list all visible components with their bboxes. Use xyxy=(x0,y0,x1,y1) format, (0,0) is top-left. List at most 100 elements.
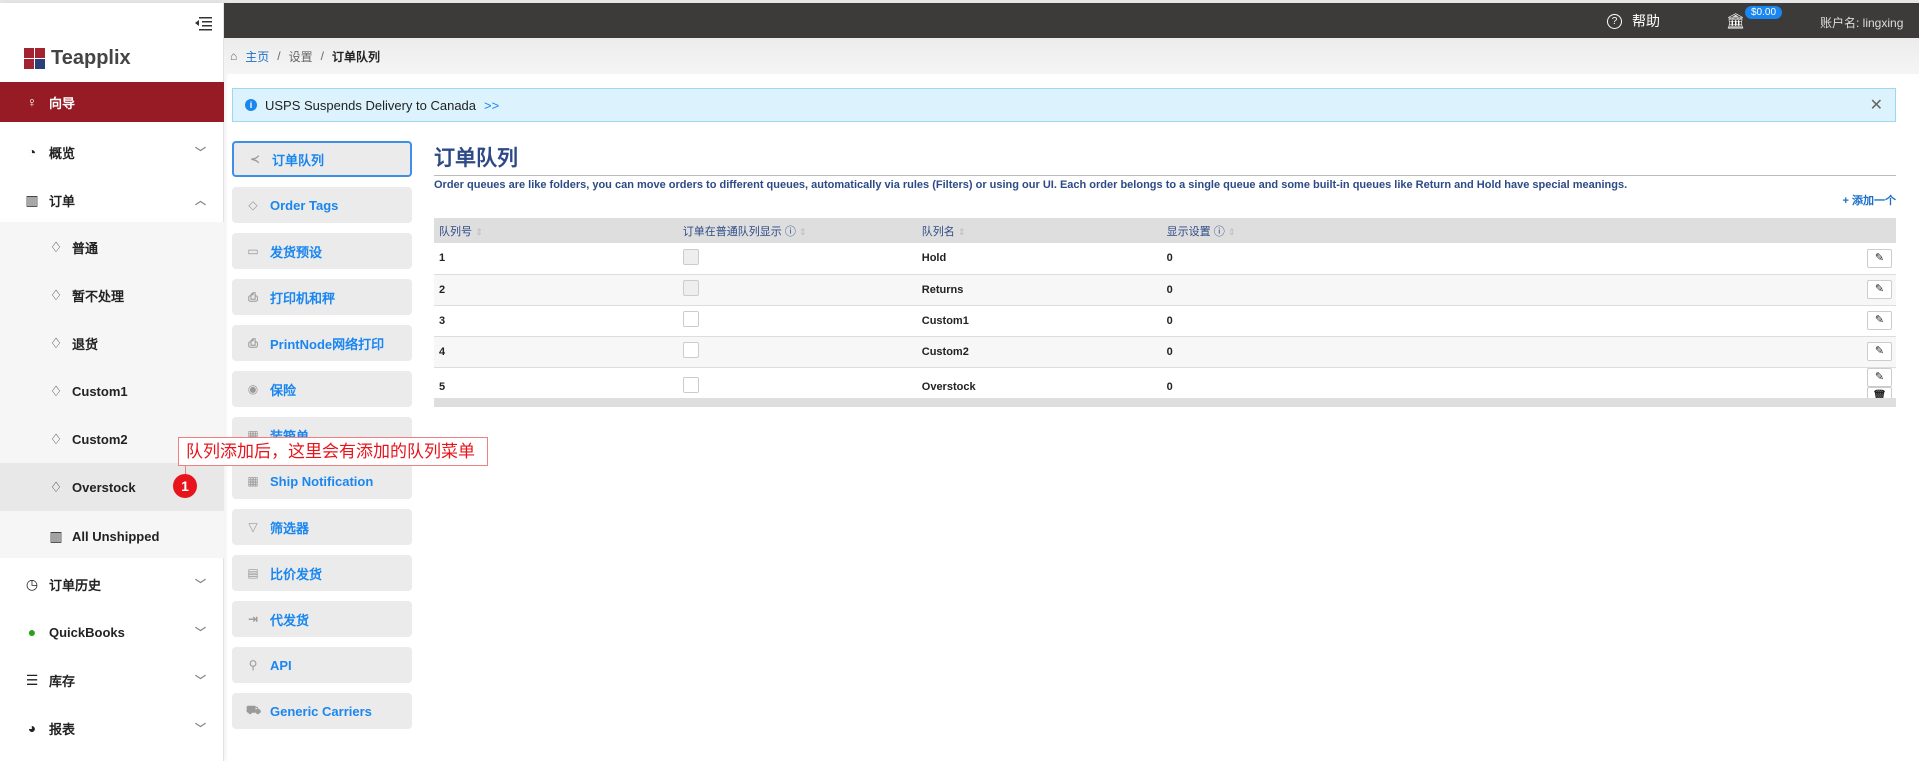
column-header[interactable]: 队列名 ⇕ xyxy=(916,218,1162,243)
queue-id: 4 xyxy=(434,336,678,368)
breadcrumb-home[interactable]: 主页 xyxy=(245,48,269,65)
sidebar-item-label: 暂不处理 xyxy=(72,288,125,304)
annotation-callout: 队列添加后，这里会有添加的队列菜单 xyxy=(178,437,488,466)
settings-nav-label: API xyxy=(270,657,292,673)
sidebar-item[interactable]: ▥ All Unshipped xyxy=(0,512,224,560)
calendar-icon: ▭ xyxy=(247,244,259,258)
clock-icon: ◷ xyxy=(25,575,39,592)
bell-icon: ♢ xyxy=(49,478,63,495)
sidebar-item[interactable]: ♢ Custom1 xyxy=(0,367,224,415)
settings-nav-item[interactable]: ⎙ 打印机和秤 xyxy=(232,279,412,315)
sidebar-item-label: Overstock xyxy=(72,479,136,495)
edit-icon[interactable]: ✎ xyxy=(1867,248,1892,268)
column-label: 订单在普通队列显示 xyxy=(682,225,782,238)
sort-icon[interactable]: ⇕ xyxy=(1228,227,1236,237)
sidebar-item[interactable]: ● QuickBooks ﹀ xyxy=(0,608,224,656)
truck-icon: ⛟ xyxy=(246,703,262,717)
display-setting: 0 xyxy=(1161,243,1860,275)
edit-icon[interactable]: ✎ xyxy=(1867,311,1892,330)
home-icon[interactable]: ⌂ xyxy=(230,49,237,63)
display-setting: 0 xyxy=(1161,305,1860,337)
chevron-down-icon[interactable]: ﹀ xyxy=(195,576,206,592)
sidebar-item[interactable]: ◕ 报表 ﹀ xyxy=(0,704,224,752)
show-in-normal-checkbox xyxy=(682,280,699,296)
column-header-actions xyxy=(1860,218,1896,243)
help-icon: ? xyxy=(1607,13,1622,29)
display-setting: 0 xyxy=(1161,336,1860,368)
sidebar-item[interactable]: ◔ 概览 ﹀ xyxy=(0,128,224,176)
settings-nav-item[interactable]: ⚲ API xyxy=(232,647,412,683)
logo-text: Teapplix xyxy=(51,47,131,69)
column-header[interactable]: 显示设置 ⓘ ⇕ xyxy=(1161,218,1860,243)
column-label: 队列号 xyxy=(439,225,472,238)
help-button[interactable]: ? 帮助 xyxy=(1607,11,1660,31)
settings-nav-item[interactable]: ▤ 比价发货 xyxy=(232,555,412,591)
grid-icon: ▦ xyxy=(247,474,259,488)
table-row: 4 Custom2 0 ✎ xyxy=(434,336,1896,368)
page-description: Order queues are like folders, you can m… xyxy=(434,179,1628,191)
plug-icon: ⚲ xyxy=(248,658,258,672)
settings-nav-item[interactable]: ◉ 保险 xyxy=(232,371,412,407)
settings-nav-label: 保险 xyxy=(270,382,297,398)
sort-icon[interactable]: ⇕ xyxy=(958,227,966,237)
sidebar-item-label: 库存 xyxy=(49,673,76,689)
breadcrumb-settings[interactable]: 设置 xyxy=(289,48,313,65)
show-in-normal-checkbox[interactable] xyxy=(682,342,699,358)
settings-nav-item[interactable]: ▭ 发货预设 xyxy=(232,233,412,269)
settings-nav-item[interactable]: ⎙ PrintNode网络打印 xyxy=(232,325,412,361)
settings-nav-label: 打印机和秤 xyxy=(270,290,336,306)
account-name[interactable]: 账户名: lingxing xyxy=(1820,14,1903,31)
table-row: 2 Returns 0 ✎ xyxy=(434,274,1896,306)
sidebar: Teapplix ♀ 向导 ◔ 概览 ﹀ ▥ 订单 ︿ ♢ 普通 ♢ 暂不处理 ♢ 退货 ♢ Custom1 ♢… xyxy=(0,3,224,761)
settings-nav-label: Ship Notification xyxy=(270,473,374,489)
add-queue-button[interactable]: + 添加一个 xyxy=(1843,192,1896,208)
show-in-normal-checkbox xyxy=(682,248,699,265)
edit-icon[interactable]: ✎ xyxy=(1867,367,1892,387)
settings-nav-item[interactable]: ⛟ Generic Carriers xyxy=(232,693,412,729)
edit-icon[interactable]: ✎ xyxy=(1867,280,1892,299)
sidebar-item[interactable]: ♢ 退货 xyxy=(0,319,224,367)
settings-nav-item[interactable]: ▽ 筛选器 xyxy=(232,509,412,545)
show-in-normal-checkbox[interactable] xyxy=(682,377,699,393)
bell-icon: ♢ xyxy=(49,286,63,303)
sidebar-item[interactable]: ▥ 订单 ︿ xyxy=(0,176,224,224)
breadcrumb: ⌂ 主页 / 设置 / 订单队列 xyxy=(224,38,1919,74)
logo[interactable]: Teapplix xyxy=(24,47,131,70)
chevron-down-icon[interactable]: ﹀ xyxy=(195,624,206,640)
queue-name: Hold xyxy=(916,243,1162,275)
bell-icon: ♢ xyxy=(49,334,63,351)
alert-text: USPS Suspends Delivery to Canada xyxy=(265,97,477,113)
alert-link[interactable]: >> xyxy=(484,98,499,113)
settings-nav-label: 发货预设 xyxy=(270,244,323,260)
sidebar-item[interactable]: ◷ 订单历史 ﹀ xyxy=(0,560,224,608)
sidebar-item[interactable]: ♢ 普通 xyxy=(0,223,224,271)
sidebar-item-label: All Unshipped xyxy=(72,528,160,544)
settings-nav-item[interactable]: ◇ Order Tags xyxy=(232,187,412,223)
chevron-down-icon[interactable]: ﹀ xyxy=(195,672,206,688)
column-header[interactable]: 订单在普通队列显示 ⓘ ⇕ xyxy=(677,218,917,243)
sidebar-item[interactable]: ☰ 库存 ﹀ xyxy=(0,656,224,704)
help-icon[interactable]: ⓘ xyxy=(1214,226,1225,238)
bell-icon: ♢ xyxy=(49,238,63,255)
help-icon[interactable]: ⓘ xyxy=(785,226,796,238)
sidebar-item-label: 退货 xyxy=(72,336,99,352)
sidebar-item-label: 普通 xyxy=(72,240,99,256)
store-icon: ▤ xyxy=(247,566,259,580)
chevron-up-icon[interactable]: ︿ xyxy=(195,192,206,208)
edit-icon[interactable]: ✎ xyxy=(1867,342,1892,361)
show-in-normal-checkbox[interactable] xyxy=(682,311,699,327)
bank-icon[interactable]: 🏛 xyxy=(1726,12,1745,30)
column-header[interactable]: 队列号 ⇕ xyxy=(434,218,678,243)
settings-nav-item[interactable]: ⇥ 代发货 xyxy=(232,601,412,637)
sidebar-item-label: Custom2 xyxy=(72,431,128,447)
close-icon[interactable]: ✕ xyxy=(1870,95,1883,115)
collapse-sidebar-icon[interactable] xyxy=(194,15,212,31)
settings-nav-item[interactable]: ≺ 订单队列 xyxy=(232,141,412,177)
sidebar-item[interactable]: ♢ 暂不处理 xyxy=(0,271,224,319)
chevron-down-icon[interactable]: ﹀ xyxy=(195,144,206,160)
chevron-down-icon[interactable]: ﹀ xyxy=(195,720,206,736)
sort-icon[interactable]: ⇕ xyxy=(475,227,483,237)
settings-nav-item[interactable]: ▦ Ship Notification xyxy=(232,463,412,499)
sort-icon[interactable]: ⇕ xyxy=(799,227,807,237)
sidebar-item[interactable]: ♀ 向导 xyxy=(0,82,224,122)
